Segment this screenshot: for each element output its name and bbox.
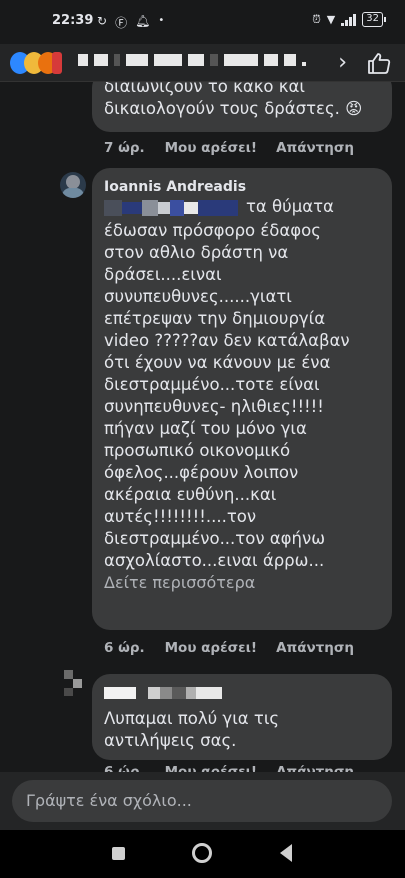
status-bar: 22:39 ↻ Ⓕ 🔔︎ • ⏰︎ ▼ 32 [0, 0, 405, 44]
comment-text-line: video ?????αν δεν κατάλαβαν [104, 331, 350, 350]
comment-text-line: διαιωνιζουν το κακο και [104, 82, 305, 96]
notification-bell-icon: 🔔︎ [135, 14, 151, 28]
redacted-author[interactable] [104, 684, 380, 702]
comment-text-line: τα θύματα [104, 196, 380, 220]
reactions-header[interactable]: › [0, 44, 405, 82]
comment-meta: 6 ώρ. Μου αρέσει! Απάντηση [104, 764, 354, 772]
back-icon[interactable] [280, 844, 292, 862]
redacted-names [78, 54, 306, 66]
battery-level: 32 [366, 13, 379, 24]
reply-button[interactable]: Απάντηση [276, 140, 354, 156]
comment-text-line: επέτρεψαν την δημιουργία [104, 309, 326, 328]
comment-text-line: δικαιολογούν τους δράστες. 😡 [104, 98, 380, 120]
reply-button[interactable]: Απάντηση [276, 640, 354, 656]
comment-text-line: προσωπικό οικονομικό [104, 441, 291, 460]
comment-text-line: αντιλήψεις σας. [104, 731, 237, 750]
reply-button[interactable]: Απάντηση [276, 764, 354, 772]
comment-text-line: διεστραμμένο...τον αφήνω [104, 529, 326, 548]
comment-text-line: Λυπαμαι πολύ για τις [104, 709, 280, 728]
comment-time: 7 ώρ. [104, 140, 145, 156]
comment-text-line: ακέραια ευθύνη...και [104, 485, 277, 504]
comment-text-line: πήγαν μαζί του μόνο για [104, 419, 307, 438]
avatar[interactable] [60, 670, 86, 696]
comment-input[interactable]: Γράψτε ένα σχόλιο... [12, 780, 392, 822]
facebook-icon: Ⓕ [115, 16, 128, 30]
comment-text-line: αυτές!!!!!!!!....τον [104, 507, 257, 526]
comment-text-line: διεστραμμένο...τοτε είναι [104, 375, 320, 394]
avatar[interactable] [60, 172, 86, 198]
wifi-icon: ▼ [326, 13, 336, 26]
more-notifications-icon: • [158, 15, 165, 26]
comment-text-line: στον αθλιο δράστη να [104, 243, 289, 262]
sync-icon: ↻ [97, 14, 108, 28]
redacted-mention [104, 200, 254, 216]
comment-time: 6 ώρ. [104, 764, 145, 772]
thumbs-up-icon[interactable] [367, 52, 391, 74]
like-button[interactable]: Μου αρέσει! [165, 640, 257, 656]
home-icon[interactable] [192, 843, 212, 863]
like-button[interactable]: Μου αρέσει! [165, 764, 257, 772]
comment-text: τα θύματα [246, 197, 334, 216]
system-navigation-bar [0, 830, 405, 878]
comments-list[interactable]: διαιωνιζουν το κακο και δικαιολογούν του… [0, 82, 405, 772]
comment-time: 6 ώρ. [104, 640, 145, 656]
comment-meta: 7 ώρ. Μου αρέσει! Απάντηση [104, 140, 354, 156]
comment-text: δικαιολογούν τους δράστες. [104, 99, 340, 118]
comment-text-line: ασχολίαστο...ειναι άρρω... [104, 551, 325, 570]
comment-meta: 6 ώρ. Μου αρέσει! Απάντηση [104, 640, 354, 656]
like-button[interactable]: Μου αρέσει! [165, 140, 257, 156]
comment-bubble[interactable]: διαιωνιζουν το κακο και δικαιολογούν του… [92, 82, 392, 132]
chevron-right-icon[interactable]: › [338, 50, 347, 75]
status-time: 22:39 [52, 13, 94, 28]
angry-emoji-icon: 😡 [345, 99, 363, 118]
comment-author[interactable]: Ioannis Andreadis [104, 178, 380, 196]
comment-text-line: όφελος...φέρουν λοιπον [104, 463, 299, 482]
comment-text-line: συνηπευθυνες- ηλιθιες!!!!! [104, 397, 324, 416]
comment-composer-bar: Γράψτε ένα σχόλιο... [0, 772, 405, 830]
comment-text-line: ότι έχουν να κάνουν με ένα [104, 353, 331, 372]
comment-bubble[interactable]: Ioannis Andreadis τα θύματα έδωσαν πρόσφ… [92, 168, 392, 630]
love-reaction-icon [52, 52, 62, 74]
see-more-link[interactable]: Δείτε περισσότερα [104, 572, 380, 594]
comment-bubble[interactable]: Λυπαμαι πολύ για τις αντιλήψεις σας. [92, 674, 392, 760]
alarm-icon: ⏰︎ [312, 12, 321, 26]
signal-icon [341, 13, 357, 26]
comment-text-line: δράσει....ειναι [104, 265, 222, 284]
comment-text-line: συνυπευθυνες......γιατι [104, 287, 292, 306]
comment-text-line: έδωσαν πρόσφορο έδαφος [104, 221, 321, 240]
reaction-icons[interactable] [8, 50, 66, 76]
recent-apps-icon[interactable] [112, 847, 125, 860]
battery-icon: 32 [362, 12, 386, 27]
